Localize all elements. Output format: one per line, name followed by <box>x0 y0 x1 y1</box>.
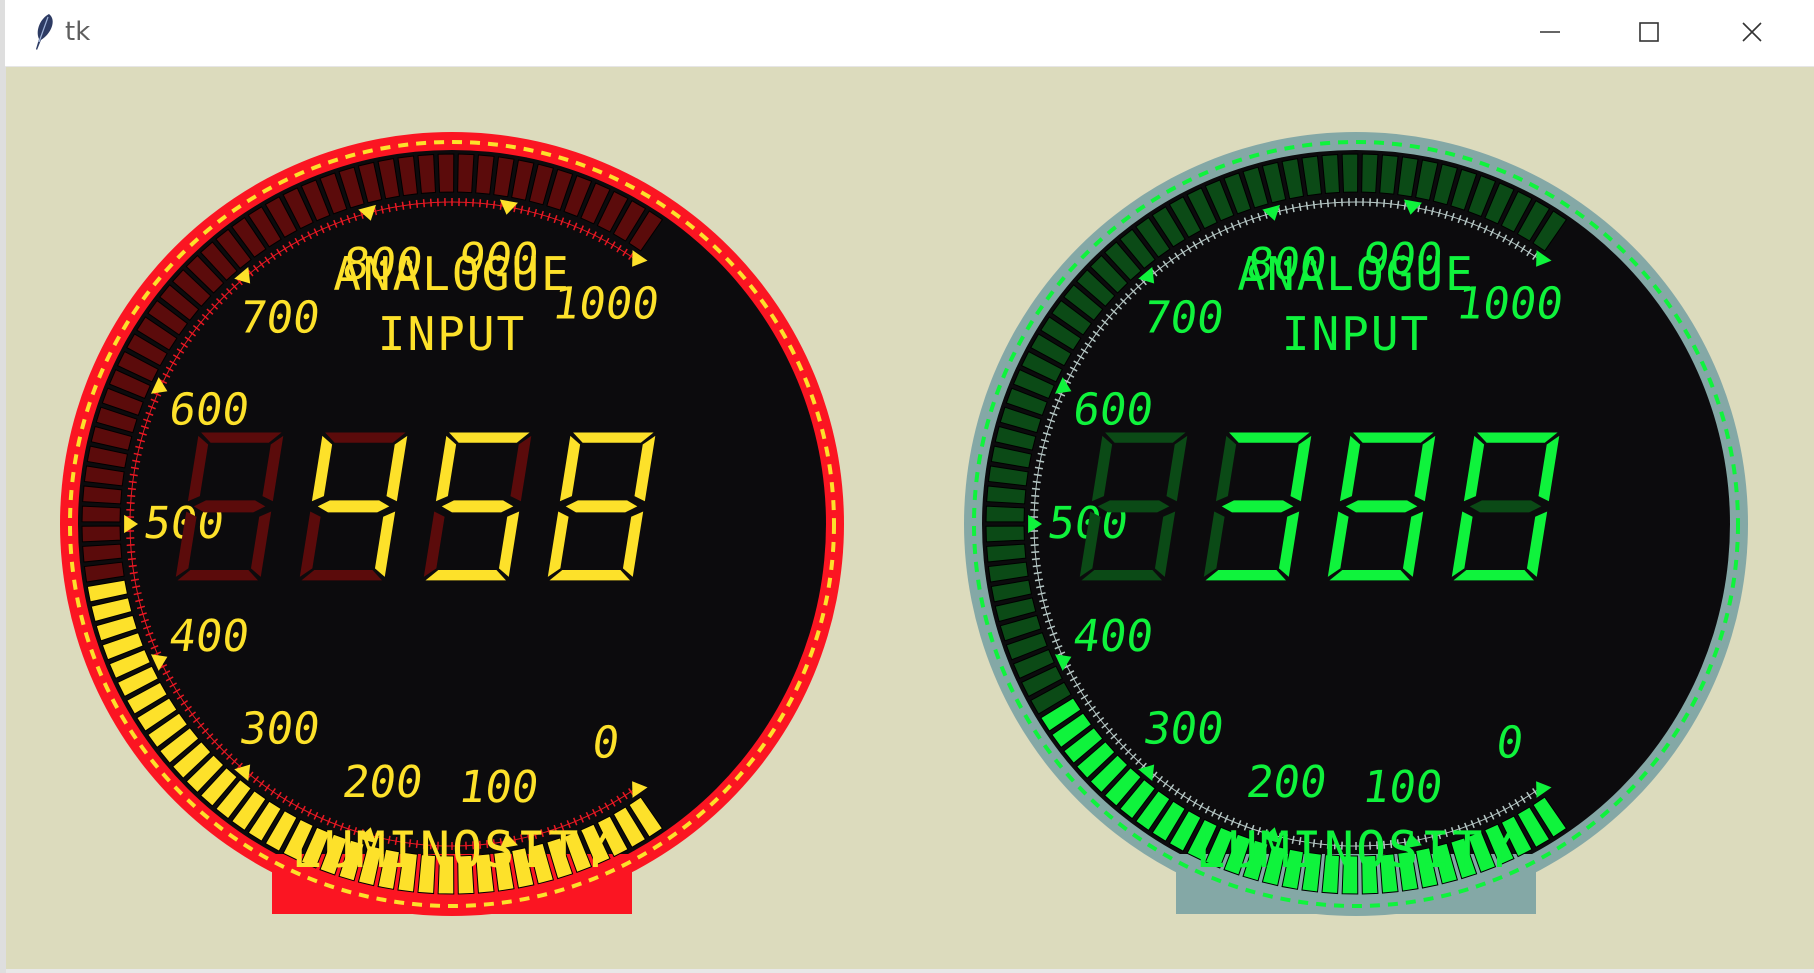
segment-lit <box>1229 432 1310 443</box>
segment-lit <box>1221 500 1294 513</box>
segment-lit <box>425 570 506 581</box>
segment-lit <box>573 432 654 443</box>
gauge-title: ANALOGUE <box>333 247 571 301</box>
segment-unlit <box>201 432 282 443</box>
scale-label: 600 <box>166 385 253 436</box>
maximize-button[interactable] <box>1599 0 1699 64</box>
luminosity-gauge-1: 0100200300400500600700800 9001000ANALOGUE… <box>60 132 844 916</box>
window-title: tk <box>65 17 91 47</box>
segment-unlit <box>193 500 266 513</box>
window-bottom-edge <box>6 969 1814 973</box>
gauge-subtitle: INPUT <box>1282 307 1430 361</box>
gauge-title: ANALOGUE <box>1237 247 1475 301</box>
scale-label: 600 <box>1070 385 1157 436</box>
scale-label: 200 <box>339 757 426 808</box>
scale-label: 400 <box>166 611 253 662</box>
segment-lit <box>1329 570 1410 581</box>
feather-icon <box>36 14 53 50</box>
segment-lit <box>1477 432 1558 443</box>
bargraph-segment-unlit <box>417 153 437 194</box>
scale-label: 700 <box>237 293 324 344</box>
segment-lit <box>317 500 390 513</box>
close-button[interactable] <box>1702 0 1802 64</box>
segment-unlit <box>1081 570 1162 581</box>
segment-lit <box>565 500 638 513</box>
scale-label: 700 <box>1141 293 1228 344</box>
bargraph-segment-unlit <box>81 505 121 523</box>
window-titlebar[interactable]: tk <box>5 0 1814 67</box>
bargraph-segment-unlit <box>1321 153 1341 194</box>
scale-label: 300 <box>1141 703 1228 754</box>
segment-unlit <box>1105 432 1186 443</box>
segment-unlit <box>325 432 406 443</box>
bargraph-segment-unlit <box>437 153 455 193</box>
segment-lit <box>449 432 530 443</box>
segment-lit <box>1353 432 1434 443</box>
segment-unlit <box>1097 500 1170 513</box>
gauge-quantity-label: LUMINOSITY <box>1195 821 1516 879</box>
segment-lit <box>441 500 514 513</box>
bargraph-segment-unlit <box>985 525 1025 543</box>
scale-label: 100 <box>1359 762 1446 813</box>
maximize-icon <box>1639 22 1659 42</box>
bargraph-segment-unlit <box>1361 153 1379 194</box>
segment-lit <box>1205 570 1286 581</box>
bargraph-segment-unlit <box>81 525 121 543</box>
gauge-subtitle: INPUT <box>378 307 526 361</box>
segment-unlit <box>301 570 382 581</box>
minimize-icon <box>1540 31 1560 33</box>
bargraph-segment-unlit <box>985 505 1025 523</box>
gauge-quantity-label: LUMINOSITY <box>291 821 612 879</box>
tk-canvas: 0 100 200 300 400 500 600 700 800 900 1000 ANALOGUE… <box>6 67 1814 973</box>
segment-lit <box>1453 570 1534 581</box>
scale-label: 400 <box>1070 611 1157 662</box>
bargraph-segment-unlit <box>457 153 475 194</box>
scale-label: 300 <box>237 703 324 754</box>
segment-lit <box>549 570 630 581</box>
close-icon <box>1742 22 1762 42</box>
bargraph-segment-unlit <box>1341 153 1359 193</box>
minimize-button[interactable] <box>1500 0 1600 64</box>
scale-label: 200 <box>1243 757 1330 808</box>
segment-lit <box>1345 500 1418 513</box>
luminosity-gauge-2: 0100200300400500600700800 9001000ANALOGUE… <box>964 132 1748 916</box>
segment-unlit <box>177 570 258 581</box>
scale-label: 100 <box>455 762 542 813</box>
segment-unlit <box>1469 500 1542 513</box>
